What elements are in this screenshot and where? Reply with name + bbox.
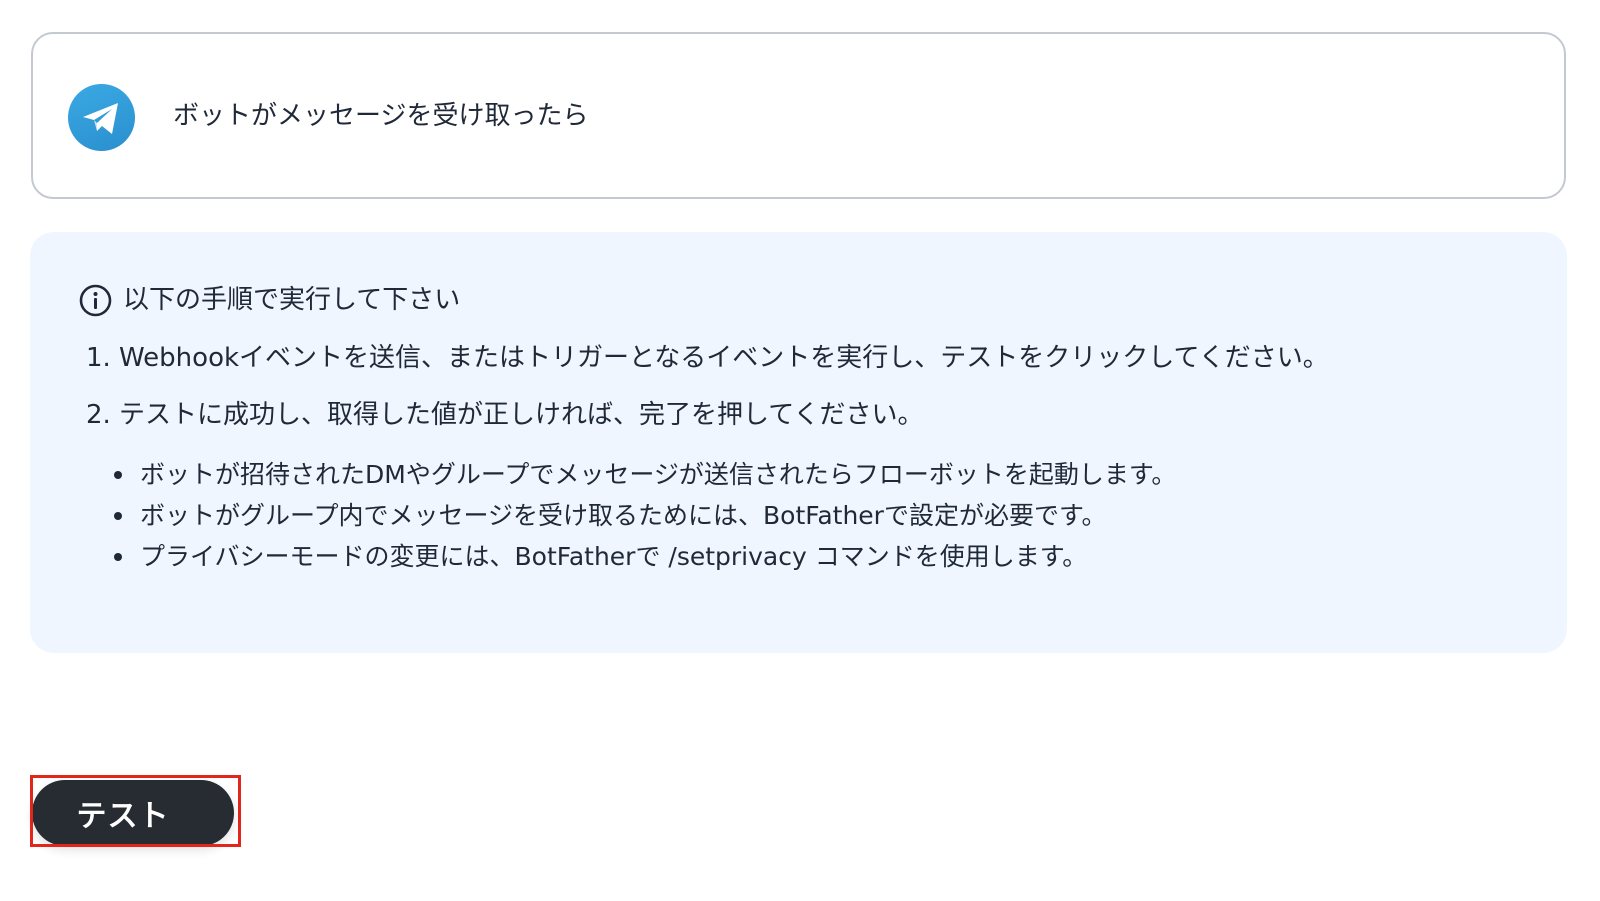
note-item: ボットがグループ内でメッセージを受け取るためには、BotFatherで設定が必要… <box>114 495 1176 536</box>
highlight-frame <box>30 775 241 847</box>
bullet-dot-icon <box>114 512 122 520</box>
step-item: 2. テストに成功し、取得した値が正しければ、完了を押してください。 <box>86 397 1329 433</box>
step-item: 1. Webhookイベントを送信、またはトリガーとなるイベントを実行し、テストを… <box>86 340 1329 376</box>
note-text: ボットが招待されたDMやグループでメッセージが送信されたらフローボットを起動しま… <box>140 460 1177 489</box>
instructions-heading-text: 以下の手順で実行して下さい <box>123 285 461 315</box>
trigger-label: ボットがメッセージを受け取ったら <box>173 101 589 131</box>
instructions-heading: 以下の手順で実行して下さい <box>79 282 460 318</box>
bullet-dot-icon <box>114 471 122 479</box>
step-number: 2. <box>86 400 111 430</box>
bullet-dot-icon <box>114 553 122 561</box>
note-item: プライバシーモードの変更には、BotFatherで /setprivacy コマ… <box>114 536 1176 577</box>
notes-list: ボットが招待されたDMやグループでメッセージが送信されたらフローボットを起動しま… <box>114 454 1176 577</box>
note-text: ボットがグループ内でメッセージを受け取るためには、BotFatherで設定が必要… <box>140 501 1107 530</box>
steps-list: 1. Webhookイベントを送信、またはトリガーとなるイベントを実行し、テストを… <box>86 340 1329 433</box>
note-text: プライバシーモードの変更には、BotFatherで /setprivacy コマ… <box>140 542 1088 571</box>
info-circle-icon <box>79 284 112 316</box>
step-text: テストに成功し、取得した値が正しければ、完了を押してください。 <box>119 400 924 430</box>
telegram-logo-icon <box>68 84 135 151</box>
step-text: Webhookイベントを送信、またはトリガーとなるイベントを実行し、テストをクリ… <box>119 343 1329 373</box>
page: ボットがメッセージを受け取ったら 以下の手順で実行して下さい 1. Webhook… <box>0 0 1600 901</box>
step-number: 1. <box>86 343 111 373</box>
note-item: ボットが招待されたDMやグループでメッセージが送信されたらフローボットを起動しま… <box>114 454 1176 495</box>
instructions-panel: 以下の手順で実行して下さい 1. Webhookイベントを送信、またはトリガーとな… <box>30 232 1567 653</box>
trigger-card[interactable]: ボットがメッセージを受け取ったら <box>31 32 1566 199</box>
